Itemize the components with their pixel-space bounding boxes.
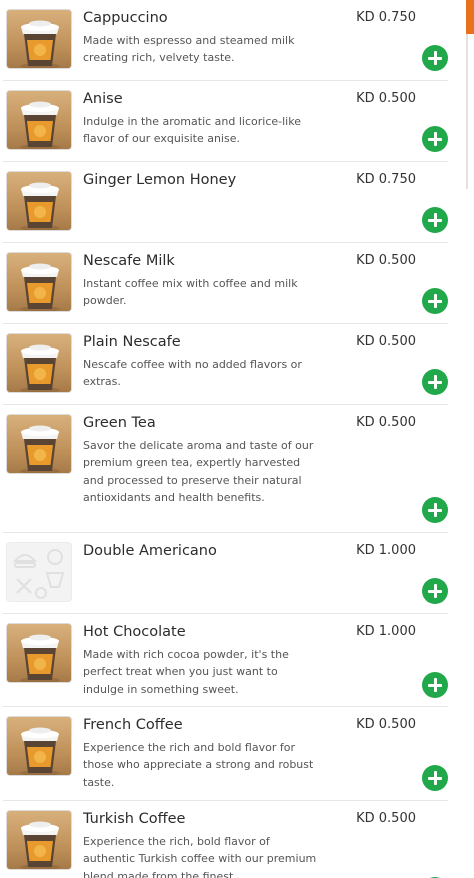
item-description: Experience the rich, bold flavor of auth… <box>83 835 317 878</box>
item-name[interactable]: Double Americano <box>83 543 217 559</box>
placeholder-food-image <box>6 542 72 602</box>
coffee-cup-image <box>6 414 72 474</box>
item-name[interactable]: Nescafe Milk <box>83 253 175 269</box>
item-description: Made with espresso and steamed milk crea… <box>83 34 295 65</box>
item-description: Made with rich cocoa powder, it's the pe… <box>83 648 289 696</box>
item-price: KD 0.750 <box>356 10 416 25</box>
item-name[interactable]: Green Tea <box>83 415 156 431</box>
item-name[interactable]: Ginger Lemon Honey <box>83 172 236 188</box>
menu-item[interactable]: Ginger Lemon Honey KD 0.750 <box>3 162 448 243</box>
coffee-cup-image <box>6 252 72 312</box>
item-name[interactable]: French Coffee <box>83 717 183 733</box>
cart-panel-edge[interactable] <box>466 0 474 34</box>
menu-item[interactable]: Anise KD 0.500 Indulge in the aromatic a… <box>3 81 448 162</box>
menu-item[interactable]: Green Tea KD 0.500 Savor the delicate ar… <box>3 405 448 533</box>
item-description: Indulge in the aromatic and licorice-lik… <box>83 115 301 146</box>
item-price: KD 0.500 <box>356 253 416 268</box>
item-name[interactable]: Cappuccino <box>83 10 168 26</box>
menu-item[interactable]: Double Americano KD 1.000 <box>3 533 448 614</box>
menu-list: Cappuccino KD 0.750 Made with espresso a… <box>0 0 448 878</box>
menu-item[interactable]: Plain Nescafe KD 0.500 Nescafe coffee wi… <box>3 324 448 405</box>
menu-item[interactable]: Cappuccino KD 0.750 Made with espresso a… <box>3 0 448 81</box>
menu-item[interactable]: Turkish Coffee KD 0.500 Experience the r… <box>3 801 448 878</box>
item-price: KD 0.500 <box>356 717 416 732</box>
item-description: Experience the rich and bold flavor for … <box>83 741 314 789</box>
coffee-cup-image <box>6 9 72 69</box>
item-description: Nescafe coffee with no added flavors or … <box>83 358 302 389</box>
menu-page: Cappuccino KD 0.750 Made with espresso a… <box>0 0 474 878</box>
add-to-cart-button[interactable] <box>422 765 448 791</box>
add-to-cart-button[interactable] <box>422 45 448 71</box>
add-to-cart-button[interactable] <box>422 288 448 314</box>
item-price: KD 0.500 <box>356 91 416 106</box>
coffee-cup-image <box>6 333 72 393</box>
scrollbar[interactable] <box>466 34 468 189</box>
coffee-cup-image <box>6 623 72 683</box>
item-price: KD 0.500 <box>356 415 416 430</box>
add-to-cart-button[interactable] <box>422 369 448 395</box>
menu-item[interactable]: Nescafe Milk KD 0.500 Instant coffee mix… <box>3 243 448 324</box>
add-to-cart-button[interactable] <box>422 497 448 523</box>
item-description: Instant coffee mix with coffee and milk … <box>83 277 298 308</box>
item-name[interactable]: Anise <box>83 91 123 107</box>
add-to-cart-button[interactable] <box>422 126 448 152</box>
coffee-cup-image <box>6 171 72 231</box>
item-price: KD 1.000 <box>356 543 416 558</box>
add-to-cart-button[interactable] <box>422 672 448 698</box>
add-to-cart-button[interactable] <box>422 207 448 233</box>
menu-item[interactable]: French Coffee KD 0.500 Experience the ri… <box>3 707 448 801</box>
coffee-cup-image <box>6 810 72 870</box>
item-price: KD 0.750 <box>356 172 416 187</box>
item-name[interactable]: Turkish Coffee <box>83 811 185 827</box>
menu-item[interactable]: Hot Chocolate KD 1.000 Made with rich co… <box>3 614 448 707</box>
item-name[interactable]: Hot Chocolate <box>83 624 186 640</box>
item-description: Savor the delicate aroma and taste of ou… <box>83 439 314 505</box>
coffee-cup-image <box>6 716 72 776</box>
item-price: KD 0.500 <box>356 811 416 826</box>
item-name[interactable]: Plain Nescafe <box>83 334 181 350</box>
item-price: KD 0.500 <box>356 334 416 349</box>
item-price: KD 1.000 <box>356 624 416 639</box>
coffee-cup-image <box>6 90 72 150</box>
add-to-cart-button[interactable] <box>422 578 448 604</box>
